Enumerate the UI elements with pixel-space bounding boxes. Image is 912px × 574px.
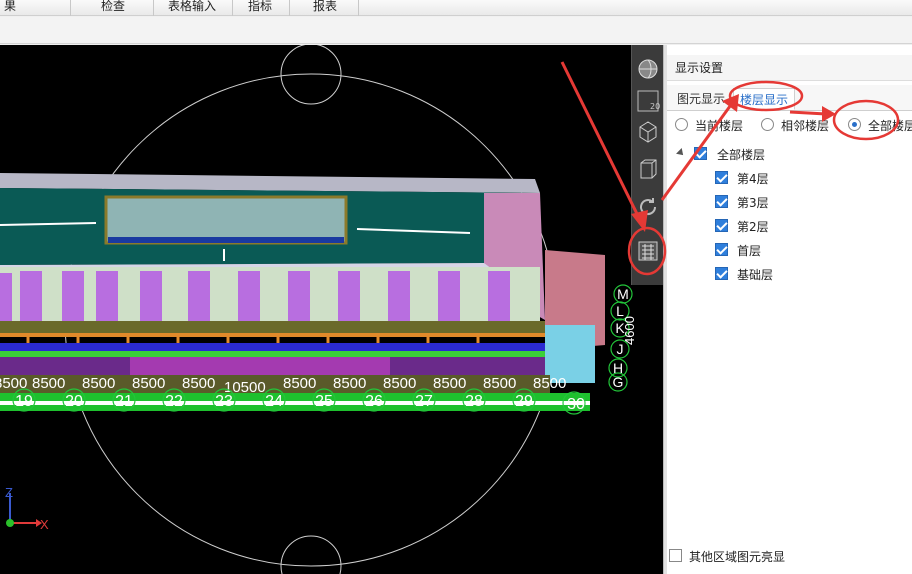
- tab-element-display[interactable]: 图元显示: [671, 88, 731, 110]
- dimension-label: 8500: [82, 375, 115, 392]
- dimension-label: 8500: [433, 375, 466, 392]
- layer-grid-icon: [638, 241, 658, 261]
- radio-adjacent-floors[interactable]: [761, 118, 774, 131]
- building-model-render: 8500 8500 8500 8500 8500 10500 8500 8500…: [0, 45, 637, 574]
- menu-item-reports[interactable]: 报表: [305, 0, 345, 15]
- cube-icon: [639, 121, 657, 143]
- checkbox-highlight-other-area[interactable]: [669, 549, 682, 562]
- skylight: [104, 195, 348, 245]
- menu-separator: [232, 0, 233, 16]
- footer-label: 其他区域图元亮显: [689, 550, 786, 564]
- grid-number: 22: [165, 393, 183, 410]
- dimension-label: 8500: [483, 375, 516, 392]
- tree-item-floor-2[interactable]: 第2层: [667, 215, 912, 237]
- dimension-label: 8500: [132, 375, 165, 392]
- zoom-button[interactable]: 20: [636, 89, 660, 113]
- grid-number: 20: [65, 393, 83, 410]
- grid-number: 24: [265, 393, 283, 410]
- menu-item-indicators[interactable]: 指标: [242, 0, 278, 15]
- orbit-view-button[interactable]: [636, 57, 660, 81]
- globe-icon: [638, 59, 658, 79]
- plan-view-button[interactable]: [636, 157, 660, 181]
- toolbar-strip: [0, 17, 912, 44]
- menu-separator: [289, 0, 290, 16]
- tree-item-floor-3[interactable]: 第3层: [667, 191, 912, 213]
- checkbox-floor-3[interactable]: [715, 195, 728, 208]
- checkbox-floor-2[interactable]: [715, 219, 728, 232]
- display-settings-panel: 显示设置 图元显示 楼层显示 当前楼层 相邻楼层 全部楼层 全部楼层 第4层 第…: [667, 45, 912, 574]
- view-tool-strip: 20: [631, 45, 663, 285]
- grid-number: 26: [365, 393, 383, 410]
- checkbox-floor-4[interactable]: [715, 171, 728, 184]
- tree-label: 第3层: [737, 196, 769, 210]
- dimension-label: 8500: [32, 375, 65, 392]
- grid-letter: M: [617, 286, 629, 302]
- dimension-label: 8500: [182, 375, 215, 392]
- radio-all-floors[interactable]: [848, 118, 861, 131]
- tree-label: 第2层: [737, 220, 769, 234]
- orbit-handle-bottom[interactable]: [280, 535, 342, 574]
- dimension-label: 8500: [383, 375, 416, 392]
- checkbox-all-floors[interactable]: [694, 147, 707, 160]
- tab-floor-display[interactable]: 楼层显示: [733, 88, 796, 110]
- right-dimension: 4600: [622, 316, 637, 345]
- grid-number: 30: [567, 396, 585, 413]
- zoom-label: 20: [650, 102, 661, 111]
- grid-letter: G: [613, 374, 624, 390]
- grid-number: 19: [15, 393, 33, 410]
- collapse-arrow-icon[interactable]: [676, 148, 686, 158]
- rotate-button[interactable]: [636, 195, 660, 219]
- checkbox-ground-floor[interactable]: [715, 243, 728, 256]
- tree-item-floor-4[interactable]: 第4层: [667, 167, 912, 189]
- tree-label: 首层: [737, 244, 762, 258]
- 3d-viewport[interactable]: 8500 8500 8500 8500 8500 10500 8500 8500…: [0, 45, 663, 574]
- dimension-label: 8500: [283, 375, 316, 392]
- grid-number: 28: [465, 393, 483, 410]
- tree-label: 第4层: [737, 172, 769, 186]
- axis-z-label: Z: [5, 485, 13, 500]
- checkbox-foundation[interactable]: [715, 267, 728, 280]
- panel-title: 显示设置: [667, 55, 912, 81]
- radio-label-adjacent-floors: 相邻楼层: [781, 119, 830, 133]
- grid-letter-bubbles: M L K J H G 4600: [608, 284, 637, 392]
- axis-x-label: X: [40, 517, 49, 532]
- grid-number: 21: [115, 393, 133, 410]
- app-window: 果 检查 表格输入 指标 报表 500 8500 8500 8500 8500 …: [0, 0, 912, 574]
- menu-separator: [70, 0, 71, 16]
- menu-separator: [153, 0, 154, 16]
- beam-level: [0, 321, 545, 333]
- grid-number: 23: [215, 393, 233, 410]
- grid-line-band: [0, 393, 590, 401]
- axis-gizmo: Z X: [5, 485, 49, 532]
- tree-item-all-floors[interactable]: 全部楼层: [667, 143, 912, 165]
- menu-item-table-input[interactable]: 表格输入: [164, 0, 220, 15]
- highlight-other-area-option[interactable]: 其他区域图元亮显: [667, 545, 912, 567]
- dimension-label: 8500: [333, 375, 366, 392]
- skylight-edge: [108, 237, 344, 243]
- box-icon: [640, 159, 657, 179]
- menu-separator: [358, 0, 359, 16]
- panel-tabs: 图元显示 楼层显示: [667, 85, 912, 111]
- floor-scope-options: 当前楼层 相邻楼层 全部楼层: [667, 113, 912, 137]
- tree-label: 全部楼层: [717, 148, 766, 162]
- radio-label-all-floors: 全部楼层: [868, 119, 912, 133]
- tree-item-foundation[interactable]: 基础层: [667, 263, 912, 285]
- rotate-icon: [640, 198, 657, 216]
- menu-item-result[interactable]: 果: [0, 0, 20, 15]
- menu-item-check[interactable]: 检查: [90, 0, 136, 15]
- radio-label-current-floor: 当前楼层: [695, 119, 744, 133]
- 3d-box-view-button[interactable]: [636, 119, 660, 143]
- dimension-label: 8500: [533, 375, 566, 392]
- grid-number: 29: [515, 393, 533, 410]
- grid-number: 25: [315, 393, 333, 410]
- colonnade: [0, 267, 540, 323]
- tree-label: 基础层: [737, 268, 774, 282]
- grid-number: 27: [415, 393, 433, 410]
- radio-current-floor[interactable]: [675, 118, 688, 131]
- tree-item-ground-floor[interactable]: 首层: [667, 239, 912, 261]
- display-settings-button[interactable]: [636, 239, 660, 263]
- menu-bar: 果 检查 表格输入 指标 报表: [0, 0, 912, 16]
